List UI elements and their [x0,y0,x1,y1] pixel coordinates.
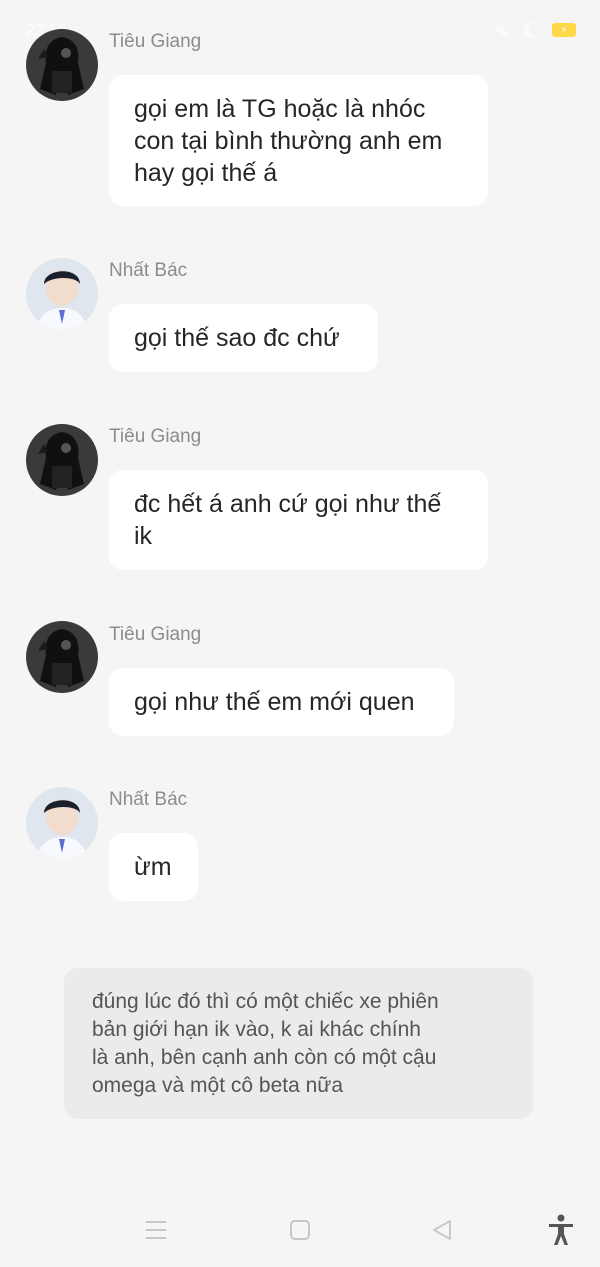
message-bubble[interactable]: gọi em là TG hoặc là nhóc con tại bình t… [109,75,488,206]
home-square-icon [290,1220,310,1240]
sender-name: Tiêu Giang [109,624,202,645]
mute-icon [494,22,510,38]
dark-figure-avatar-icon [26,621,98,693]
dark-figure-avatar-icon [26,424,98,496]
sender-name: Tiêu Giang [109,426,202,447]
message-bubble[interactable]: ừm [109,833,198,901]
message-bubble[interactable]: đc hết á anh cứ gọi như thế ik [109,470,488,570]
dark-figure-avatar-icon [26,29,98,101]
moon-icon [523,22,539,39]
status-icons: ⚡ [492,20,576,40]
young-man-avatar-icon [26,258,98,330]
battery-icon: ⚡ [552,23,576,37]
sender-name: Tiêu Giang [109,31,202,52]
sender-name: Nhất Bác [109,789,188,810]
back-button[interactable] [424,1212,460,1248]
avatar[interactable] [26,258,98,330]
narration-box: đúng lúc đó thì có một chiếc xe phiên bả… [64,968,533,1119]
home-button[interactable] [282,1212,318,1248]
accessibility-button[interactable] [543,1212,579,1248]
menu-icon [146,1221,166,1239]
avatar[interactable] [26,424,98,496]
menu-button[interactable] [138,1212,174,1248]
accessibility-icon [549,1214,573,1245]
message-bubble[interactable]: gọi như thế em mới quen [109,668,454,736]
avatar[interactable] [26,787,98,859]
message-bubble[interactable]: gọi thế sao đc chứ [109,304,378,372]
young-man-avatar-icon [26,787,98,859]
system-nav-bar [0,1200,600,1260]
avatar[interactable] [26,621,98,693]
avatar[interactable] [26,29,98,101]
sender-name: Nhất Bác [109,260,188,281]
back-triangle-icon [433,1220,451,1240]
